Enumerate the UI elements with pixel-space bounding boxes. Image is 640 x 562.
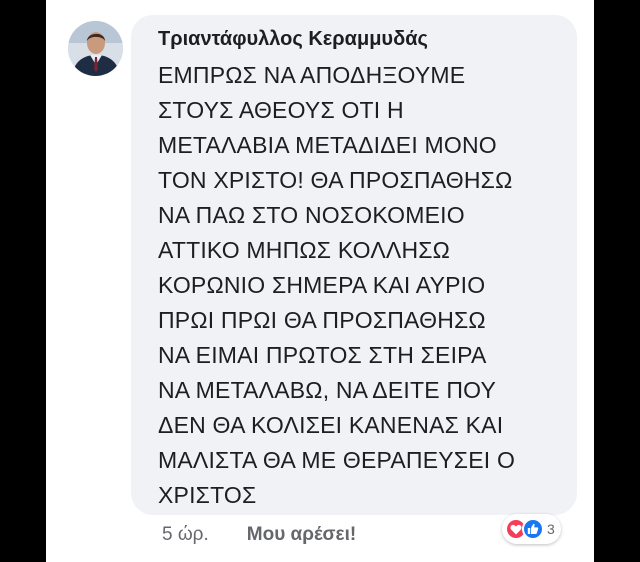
reactions-summary[interactable]: 3 (502, 514, 561, 544)
comment-line: ΑΤΤΙΚΟ ΜΗΠΩΣ ΚΟΛΛΗΣΩ (158, 237, 451, 263)
comment-line: ΝΑ ΠΑΩ ΣΤΟ ΝΟΣΟΚΟΜΕΙΟ (158, 202, 465, 228)
comment-line: ΜΑΛΙΣΤΑ ΘΑ ΜΕ ΘΕΡΑΠΕΥΣΕΙ Ο (158, 447, 516, 473)
comment-author[interactable]: Τριαντάφυλλος Κεραμμυδάς (158, 28, 428, 51)
comment-line: ΔΕΝ ΘΑ ΚΟΛΙΣΕΙ ΚΑΝΕΝΑΣ ΚΑΙ (158, 412, 504, 438)
comment-line: ΣΤΟΥΣ ΑΘΕΟΥΣ ΟΤΙ Η (158, 97, 404, 123)
avatar[interactable] (68, 21, 123, 76)
comment-line: ΠΡΩΙ ΠΡΩΙ ΘΑ ΠΡΟΣΠΑΘΗΣΩ (158, 307, 486, 333)
like-reaction-icon (522, 518, 544, 540)
comment-line: ΧΡΙΣΤΟΣ (158, 482, 257, 508)
comment-line: ΜΕΤΑΛΑΒΙΑ ΜΕΤΑΔΙΔΕΙ ΜΟΝΟ (158, 132, 497, 158)
comment-line: ΕΜΠΡΩΣ ΝΑ ΑΠΟΔΗΞΟΥΜΕ (158, 62, 466, 88)
comment-line: ΝΑ ΜΕΤΑΛΑΒΩ, ΝΑ ΔΕΙΤΕ ΠΟΥ (158, 377, 497, 403)
like-button[interactable]: Μου αρέσει! (247, 524, 356, 546)
reaction-count: 3 (547, 521, 555, 537)
comment-line: ΚΟΡΩΝΙΟ ΣΗΜΕΡΑ ΚΑΙ ΑΥΡΙΟ (158, 272, 486, 298)
comment-footer: 5 ώρ. Μου αρέσει! (162, 524, 356, 546)
comment-timestamp[interactable]: 5 ώρ. (162, 524, 209, 546)
profile-photo-icon (68, 21, 123, 76)
comment-line: ΤΟΝ ΧΡΙΣΤΟ! ΘΑ ΠΡΟΣΠΑΘΗΣΩ (158, 167, 513, 193)
comment-text: ΕΜΠΡΩΣ ΝΑ ΑΠΟΔΗΞΟΥΜΕ ΣΤΟΥΣ ΑΘΕΟΥΣ ΟΤΙ Η … (158, 58, 568, 513)
comment-line: ΝΑ ΕΙΜΑΙ ΠΡΩΤΟΣ ΣΤΗ ΣΕΙΡΑ (158, 342, 487, 368)
